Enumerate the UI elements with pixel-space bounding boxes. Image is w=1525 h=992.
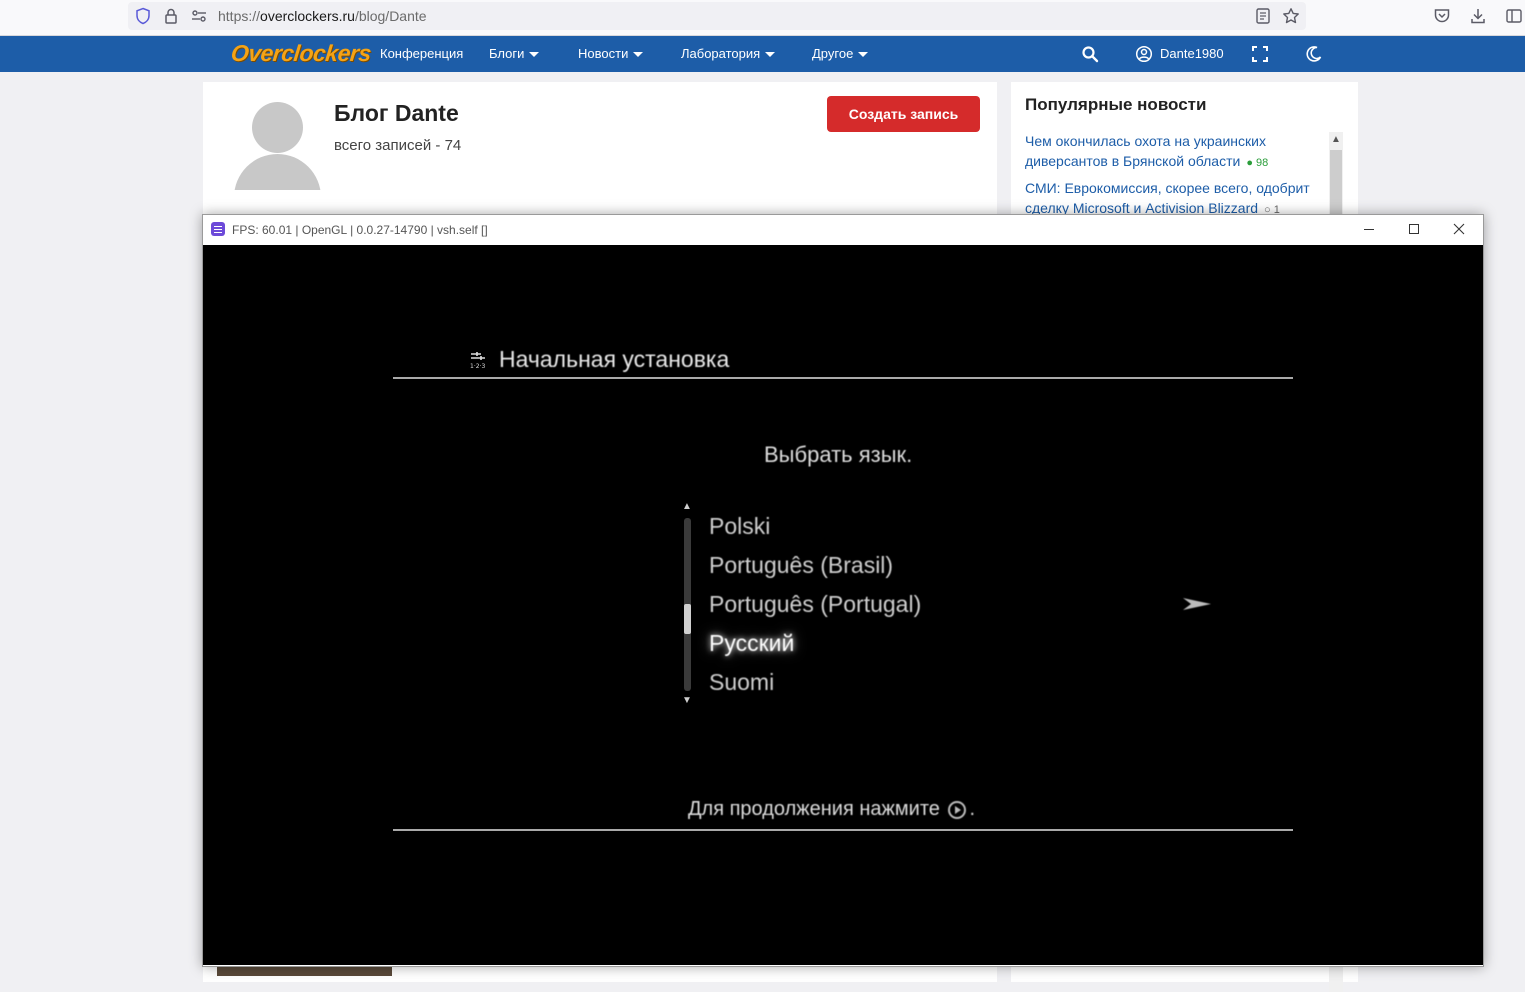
language-option[interactable]: Português (Portugal) xyxy=(709,591,921,618)
site-logo[interactable]: Overclockers xyxy=(230,40,373,67)
url-scheme: https:// xyxy=(218,8,261,24)
avatar-body-shape xyxy=(234,154,321,190)
maximize-icon[interactable] xyxy=(1405,220,1423,238)
search-icon[interactable] xyxy=(1081,45,1099,63)
avatar-head-shape xyxy=(252,102,303,153)
nav-other[interactable]: Другое xyxy=(812,46,869,61)
fullscreen-icon[interactable] xyxy=(1251,45,1269,63)
setup-title: Начальная установка xyxy=(499,346,730,372)
language-option[interactable]: Português (Brasil) xyxy=(709,552,893,579)
divider-top xyxy=(393,377,1293,379)
language-option-selected[interactable]: Русский xyxy=(709,630,794,657)
chevron-down-icon xyxy=(529,52,540,58)
svg-text:1·2·3: 1·2·3 xyxy=(470,363,485,369)
divider-bottom xyxy=(393,829,1293,831)
nav-news[interactable]: Новости xyxy=(578,46,644,61)
post-count: всего записей - 74 xyxy=(334,137,462,154)
url-bar[interactable]: https://overclockers.ru/blog/Dante xyxy=(128,2,1306,30)
nav-conference-label: Конференция xyxy=(380,46,464,61)
comment-count: ● 98 xyxy=(1246,157,1269,169)
emulator-screen[interactable]: 1·2·3 Начальная установка Выбрать язык. … xyxy=(203,245,1483,965)
create-post-button[interactable]: Создать запись xyxy=(827,96,980,132)
user-icon[interactable] xyxy=(1135,45,1153,63)
reader-view-icon[interactable] xyxy=(1254,7,1272,25)
sidebar-toggle-icon[interactable] xyxy=(1505,7,1523,25)
shield-icon[interactable] xyxy=(134,7,152,25)
scroll-up-icon: ▲ xyxy=(682,501,692,512)
continue-hint: Для продолжения нажмите . xyxy=(688,798,975,821)
continue-hint-text: Для продолжения нажмите xyxy=(688,798,940,820)
emulator-titlebar[interactable]: FPS: 60.01 | OpenGL | 0.0.27-14790 | vsh… xyxy=(203,215,1483,245)
nav-blogs-label: Блоги xyxy=(489,46,525,61)
bookmark-star-icon[interactable] xyxy=(1282,7,1300,25)
nav-blogs[interactable]: Блоги xyxy=(489,46,540,61)
nav-news-label: Новости xyxy=(578,46,629,61)
chevron-down-icon xyxy=(858,52,869,58)
language-scrollbar-thumb xyxy=(684,604,691,634)
url-path: /blog/Dante xyxy=(354,8,427,24)
setup-icon: 1·2·3 xyxy=(469,349,491,369)
right-button-icon xyxy=(948,800,967,819)
news-item[interactable]: Чем окончилась охота на украинских дивер… xyxy=(1025,131,1320,173)
language-prompt: Выбрать язык. xyxy=(764,442,913,467)
news-link[interactable]: Чем окончилась охота на украинских дивер… xyxy=(1025,133,1266,169)
nav-other-label: Другое xyxy=(812,46,854,61)
url-text[interactable]: https://overclockers.ru/blog/Dante xyxy=(218,8,427,24)
url-domain: overclockers.ru xyxy=(260,8,355,24)
browser-toolbar: https://overclockers.ru/blog/Dante xyxy=(0,0,1525,36)
emulator-title: FPS: 60.01 | OpenGL | 0.0.27-14790 | vsh… xyxy=(232,223,488,237)
site-nav: Overclockers Конференция Блоги Новости Л… xyxy=(0,36,1525,72)
chevron-down-icon xyxy=(633,52,644,58)
permissions-icon[interactable] xyxy=(190,7,208,25)
scroll-down-icon: ▼ xyxy=(682,695,692,706)
language-option[interactable]: Polski xyxy=(709,513,770,540)
comment-count-value: 98 xyxy=(1256,157,1269,169)
app-icon xyxy=(211,222,225,236)
dark-mode-icon[interactable] xyxy=(1305,45,1323,63)
popular-news-title: Популярные новости xyxy=(1025,95,1207,114)
downloads-icon[interactable] xyxy=(1469,7,1487,25)
next-arrow-icon[interactable] xyxy=(1183,596,1211,612)
pocket-icon[interactable] xyxy=(1433,7,1451,25)
lock-icon[interactable] xyxy=(162,7,180,25)
continue-hint-end: . xyxy=(969,798,976,820)
nav-laboratory[interactable]: Лаборатория xyxy=(681,46,776,61)
chevron-down-icon xyxy=(765,52,776,58)
scroll-up-icon[interactable]: ▲ xyxy=(1331,134,1341,145)
emulator-window[interactable]: FPS: 60.01 | OpenGL | 0.0.27-14790 | vsh… xyxy=(202,214,1484,967)
avatar[interactable] xyxy=(234,102,321,190)
page-title: Блог Dante xyxy=(334,100,459,126)
nav-laboratory-label: Лаборатория xyxy=(681,46,761,61)
language-option[interactable]: Suomi xyxy=(709,669,774,696)
nav-conference[interactable]: Конференция xyxy=(380,46,463,61)
username-link[interactable]: Dante1980 xyxy=(1160,46,1224,61)
close-icon[interactable] xyxy=(1450,220,1468,238)
minimize-icon[interactable] xyxy=(1360,220,1378,238)
